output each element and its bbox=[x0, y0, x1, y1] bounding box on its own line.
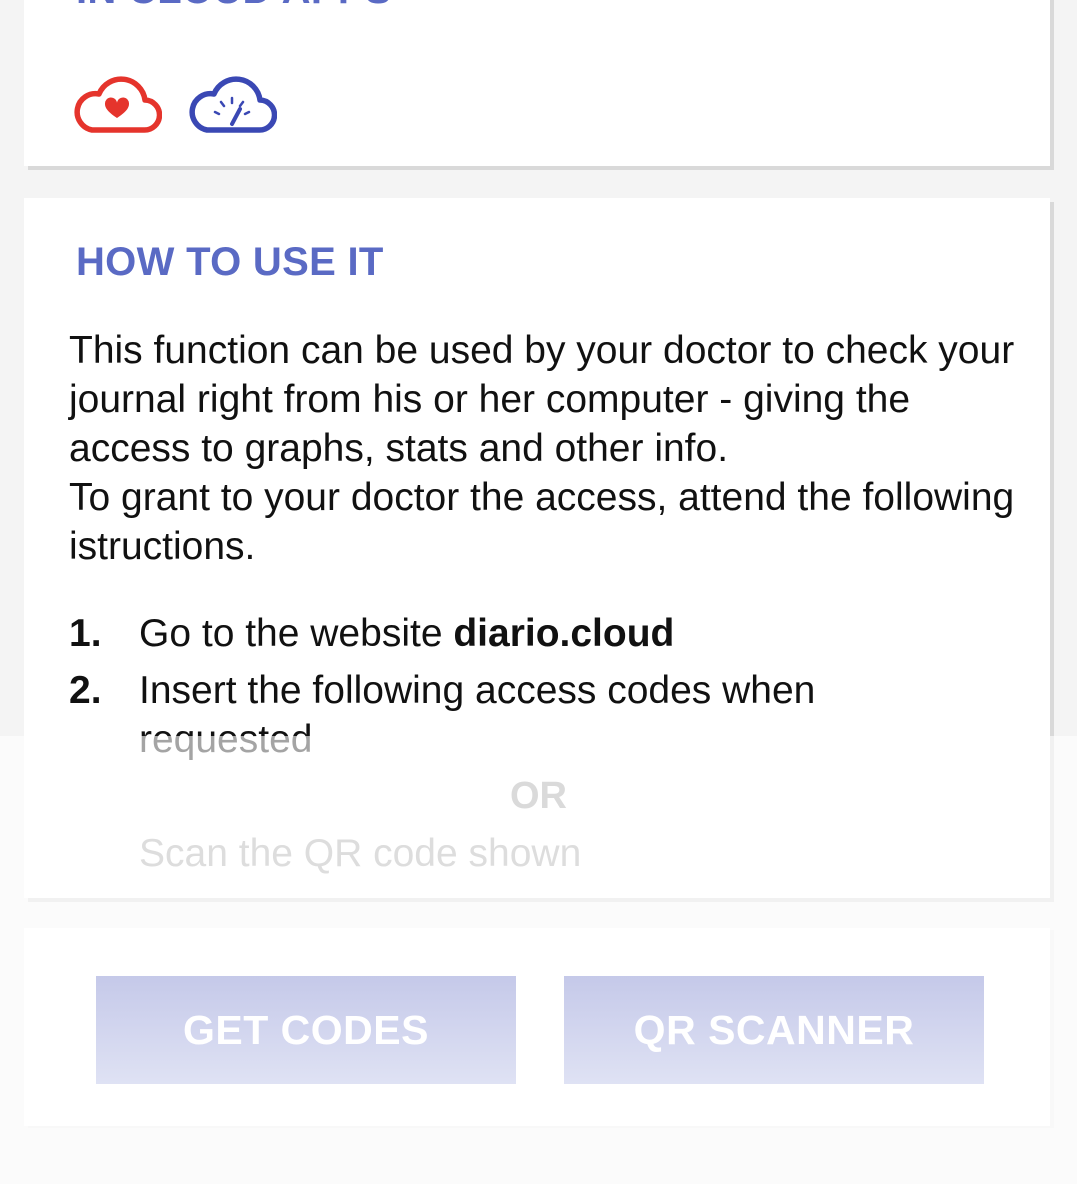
scan-qr-instruction: Scan the QR code shown bbox=[139, 832, 582, 875]
instructions-intro: To grant to your doctor the access, atte… bbox=[69, 476, 1015, 568]
how-to-use-title: HOW TO USE IT bbox=[76, 240, 384, 284]
cloud-apps-card: IN CLOUD APPS bbox=[24, 0, 1050, 166]
step-1-number: 1. bbox=[69, 612, 102, 655]
or-separator: OR bbox=[510, 775, 567, 817]
qr-scanner-button[interactable]: QR SCANNER bbox=[564, 976, 984, 1084]
step-2-number: 2. bbox=[69, 669, 102, 712]
website-name: diario.cloud bbox=[453, 612, 675, 655]
step-1-label: Go to the website bbox=[139, 612, 454, 655]
description-paragraph: This function can be used by your doctor… bbox=[69, 329, 1015, 470]
heart-cloud-icon[interactable] bbox=[72, 72, 162, 138]
how-to-use-card: HOW TO USE IT This function can be used … bbox=[24, 198, 1050, 898]
cloud-apps-title: IN CLOUD APPS bbox=[76, 0, 392, 13]
get-codes-button[interactable]: GET CODES bbox=[96, 976, 516, 1084]
gauge-cloud-icon[interactable] bbox=[187, 72, 277, 138]
step-2-text: Insert the following access codes when r… bbox=[139, 669, 816, 761]
step-1-text: Go to the website diario.cloud bbox=[139, 609, 989, 658]
